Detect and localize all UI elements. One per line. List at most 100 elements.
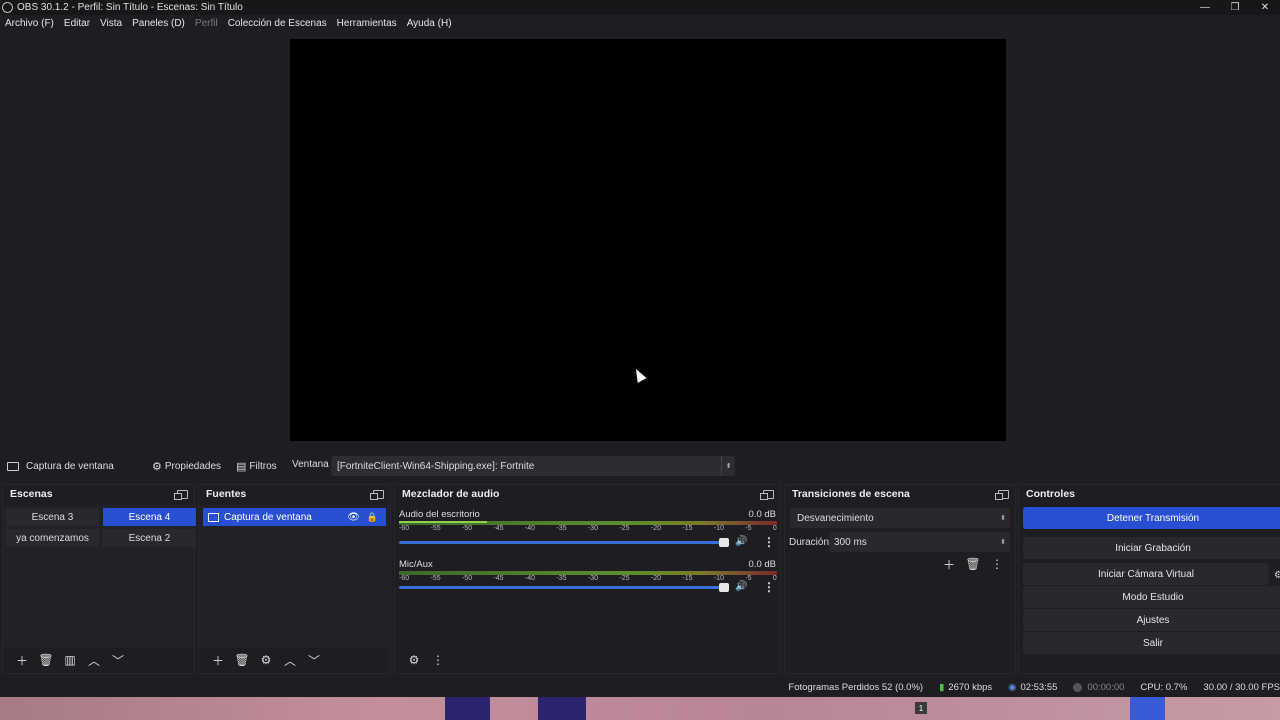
channel-db: 0.0 dB (748, 509, 776, 520)
kebab-menu-icon[interactable]: ⋮ (986, 555, 1008, 573)
meter-ticks: -60 -55 -50 -45 -40 -35 -30 -25 -20 -15 -10 -5 0 (399, 525, 777, 532)
undock-icon[interactable] (760, 489, 774, 500)
mixer-body: Audio del escritorio 0.0 dB -60 -55 -50 -45… (395, 505, 780, 647)
status-bar: Fotogramas Perdidos 52 (0.0%) ▮ 2670 kbp… (0, 677, 1280, 697)
move-down-icon[interactable]: ﹀ (303, 651, 325, 669)
menu-perfil: Perfil (194, 18, 218, 29)
move-up-icon[interactable]: ︿ (279, 651, 301, 669)
fps-status: 30.00 / 30.00 FPS (1203, 681, 1280, 693)
controls-dock: Controles Detener Transmisión Iniciar Gr… (1018, 484, 1280, 674)
move-down-icon[interactable]: ﹀ (107, 651, 129, 669)
properties-button[interactable]: ⚙ Propiedades (148, 457, 225, 475)
controls-title: Controles (1026, 488, 1076, 500)
audio-mixer-dock: Mezclador de audio Audio del escritorio … (394, 484, 781, 674)
speaker-icon[interactable]: 🔊 (735, 536, 747, 547)
volume-slider-handle[interactable] (719, 583, 729, 592)
filters-button[interactable]: ▤ Filtros (232, 457, 281, 475)
background-shape (445, 697, 490, 720)
menu-ayuda[interactable]: Ayuda (H) (402, 18, 457, 29)
undock-icon[interactable] (174, 489, 188, 500)
volume-slider-handle[interactable] (719, 538, 729, 547)
mixer-title: Mezclador de audio (402, 488, 500, 500)
menu-editar[interactable]: Editar (59, 18, 95, 29)
preview-area (0, 32, 1280, 448)
background-shape (538, 697, 586, 720)
scene-item[interactable]: ya comenzamos (6, 529, 99, 547)
move-up-icon[interactable]: ︿ (83, 651, 105, 669)
add-icon[interactable]: ＋ (11, 651, 33, 669)
mouse-cursor-icon (631, 366, 647, 383)
volume-slider[interactable] (399, 586, 729, 589)
obs-window: OBS 30.1.2 - Perfil: Sin Título - Escena… (0, 0, 1280, 720)
obs-logo-icon (2, 2, 13, 13)
window-select[interactable]: [FortniteClient-Win64-Shipping.exe]: For… (331, 456, 735, 476)
undock-icon[interactable] (370, 489, 384, 500)
cpu-usage: CPU: 0.7% (1140, 681, 1188, 693)
scenes-toolbar: ＋ 🗑 ▥ ︿ ﹀ (3, 647, 194, 673)
scenes-title: Escenas (10, 488, 53, 500)
menu-bar: Archivo (F) Editar Vista Paneles (D) Per… (0, 15, 1280, 32)
add-icon[interactable]: ＋ (207, 651, 229, 669)
menu-vista[interactable]: Vista (95, 18, 127, 29)
properties-label: Propiedades (164, 460, 222, 472)
channel-name: Audio del escritorio (399, 509, 480, 520)
settings-button[interactable]: Ajustes (1023, 609, 1280, 631)
badge: 1 (915, 702, 927, 714)
trash-icon[interactable]: 🗑 (35, 651, 57, 669)
menu-archivo[interactable]: Archivo (F) (0, 18, 59, 29)
speaker-icon[interactable]: 🔊 (735, 581, 747, 592)
transition-select-value: Desvanecimiento (797, 512, 874, 524)
source-item[interactable]: Captura de ventana 👁 🔒 (203, 508, 386, 526)
program-preview[interactable] (290, 39, 1006, 441)
kebab-menu-icon[interactable]: ⋮ (763, 535, 775, 549)
volume-row: 🔊 ⋮ (399, 580, 779, 594)
window-field-label: Ventana (292, 459, 329, 470)
studio-mode-button[interactable]: Modo Estudio (1023, 586, 1280, 608)
advanced-audio-icon[interactable]: ⚙ (403, 651, 425, 669)
stream-time-status: ◉ 02:53:55 (1008, 682, 1057, 693)
undock-icon[interactable] (995, 489, 1009, 500)
trash-icon[interactable]: 🗑 (962, 555, 984, 573)
volume-slider[interactable] (399, 541, 729, 544)
add-icon[interactable]: ＋ (938, 555, 960, 573)
duration-label: Duración (789, 537, 830, 548)
window-controls: — ❐ ✕ (1190, 0, 1280, 15)
trash-icon[interactable]: 🗑 (231, 651, 253, 669)
minimize-icon[interactable]: — (1190, 0, 1220, 15)
dropped-frames: Fotogramas Perdidos 52 (0.0%) (788, 681, 924, 693)
background-desktop-strip: 1 (0, 697, 1280, 720)
close-icon[interactable]: ✕ (1250, 0, 1280, 15)
sources-title: Fuentes (206, 488, 247, 500)
menu-herramientas[interactable]: Herramientas (332, 18, 402, 29)
gear-icon[interactable]: ⚙ (255, 651, 277, 669)
window-title: OBS 30.1.2 - Perfil: Sin Título - Escena… (17, 2, 243, 13)
menu-paneles[interactable]: Paneles (D) (127, 18, 190, 29)
menu-coleccion-escenas[interactable]: Colección de Escenas (223, 18, 332, 29)
transitions-header: Transiciones de escena (785, 485, 1015, 503)
channel-db: 0.0 dB (748, 559, 776, 570)
eye-icon[interactable]: 👁 (347, 512, 360, 523)
filters-icon[interactable]: ▥ (59, 651, 81, 669)
kebab-menu-icon[interactable]: ⋮ (427, 651, 449, 669)
filters-icon: ▤ (236, 460, 247, 473)
bitrate-value: 2670 kbps (948, 681, 993, 693)
stream-time: 02:53:55 (1020, 681, 1058, 693)
transition-select[interactable]: Desvanecimiento ⬍ (790, 508, 1010, 528)
lock-icon[interactable]: 🔒 (367, 512, 378, 523)
virtual-camera-settings-icon[interactable]: ⚙ (1274, 570, 1280, 581)
gear-icon: ⚙ (152, 460, 162, 473)
sources-dock: Fuentes Captura de ventana 👁 🔒 ＋ 🗑 ⚙ ︿ ﹀ (198, 484, 391, 674)
scene-item-active[interactable]: Escena 4 (103, 508, 196, 526)
spin-arrows-icon[interactable]: ⬍ (1000, 538, 1006, 546)
stop-stream-button[interactable]: Detener Transmisión (1023, 507, 1280, 529)
scene-item[interactable]: Escena 2 (103, 529, 196, 547)
stream-icon: ◉ (1008, 681, 1017, 693)
transitions-dock: Transiciones de escena Desvanecimiento ⬍… (784, 484, 1016, 674)
kebab-menu-icon[interactable]: ⋮ (763, 580, 775, 594)
start-recording-button[interactable]: Iniciar Grabación (1023, 537, 1280, 559)
exit-button[interactable]: Salir (1023, 632, 1280, 654)
duration-spinbox[interactable]: 300 ms ⬍ (829, 532, 1010, 552)
start-virtual-camera-button[interactable]: Iniciar Cámara Virtual (1023, 563, 1269, 585)
maximize-icon[interactable]: ❐ (1220, 0, 1250, 15)
scene-item[interactable]: Escena 3 (6, 508, 99, 526)
